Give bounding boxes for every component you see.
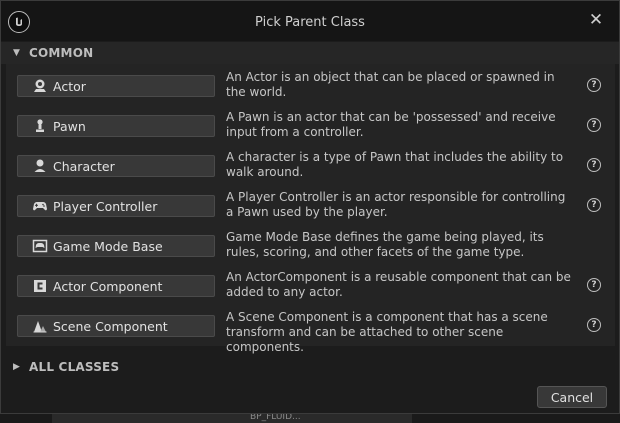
actor-icon (32, 78, 48, 94)
pawn-icon (32, 118, 48, 134)
close-icon[interactable]: ✕ (585, 9, 607, 31)
help-icon[interactable]: ? (587, 78, 601, 92)
common-classes-list: Actor An Actor is an object that can be … (6, 64, 615, 354)
actor-component-button[interactable]: Actor Component (17, 275, 215, 297)
class-row-pawn: Pawn A Pawn is an actor that can be 'pos… (6, 104, 615, 144)
class-row-character: Character A character is a type of Pawn … (6, 144, 615, 184)
class-row-player-controller: Player Controller A Player Controller is… (6, 184, 615, 224)
game-mode-base-description: Game Mode Base defines the game being pl… (226, 230, 544, 259)
section-common-header[interactable]: ▼ COMMON (1, 42, 619, 64)
scene-component-description: A Scene Component is a component that ha… (226, 310, 548, 354)
gamepad-icon (32, 198, 48, 214)
class-row-scene-component: Scene Component A Scene Component is a c… (6, 304, 615, 354)
character-label: Character (53, 158, 115, 174)
dialog-title: Pick Parent Class (255, 15, 365, 30)
game-mode-icon (32, 238, 48, 254)
scene-component-label: Scene Component (53, 318, 168, 334)
collapse-arrow-icon: ▼ (13, 48, 21, 58)
help-icon[interactable]: ? (587, 278, 601, 292)
help-icon[interactable]: ? (587, 118, 601, 132)
section-all-classes-label: ALL CLASSES (29, 360, 120, 374)
scene-component-icon (32, 318, 48, 334)
expand-arrow-icon: ▶ (13, 362, 21, 372)
class-row-actor-component: Actor Component An ActorComponent is a r… (6, 264, 615, 304)
actor-component-description: An ActorComponent is a reusable componen… (226, 270, 571, 299)
section-common-label: COMMON (29, 46, 94, 60)
character-icon (32, 158, 48, 174)
character-button[interactable]: Character (17, 155, 215, 177)
character-description: A character is a type of Pawn that inclu… (226, 150, 564, 179)
cancel-button[interactable]: Cancel (537, 386, 607, 408)
help-icon[interactable]: ? (587, 198, 601, 212)
player-controller-button[interactable]: Player Controller (17, 195, 215, 217)
actor-component-icon (32, 278, 48, 294)
section-all-classes-header[interactable]: ▶ ALL CLASSES (1, 356, 619, 378)
actor-label: Actor (53, 78, 86, 94)
class-row-game-mode-base: Game Mode Base Game Mode Base defines th… (6, 224, 615, 264)
class-row-actor: Actor An Actor is an object that can be … (6, 64, 615, 104)
player-controller-label: Player Controller (53, 198, 158, 214)
game-mode-base-label: Game Mode Base (53, 238, 163, 254)
pick-parent-class-dialog: Pick Parent Class ✕ ▼ COMMON Actor An Ac… (0, 0, 620, 414)
game-mode-base-button[interactable]: Game Mode Base (17, 235, 215, 257)
help-icon[interactable]: ? (587, 318, 601, 332)
pawn-description: A Pawn is an actor that can be 'possesse… (226, 110, 556, 139)
help-icon[interactable]: ? (587, 158, 601, 172)
actor-component-label: Actor Component (53, 278, 163, 294)
pawn-button[interactable]: Pawn (17, 115, 215, 137)
actor-button[interactable]: Actor (17, 75, 215, 97)
title-bar: Pick Parent Class ✕ (1, 1, 619, 41)
scene-component-button[interactable]: Scene Component (17, 315, 215, 337)
pawn-label: Pawn (53, 118, 86, 134)
actor-description: An Actor is an object that can be placed… (226, 70, 555, 99)
player-controller-description: A Player Controller is an actor responsi… (226, 190, 566, 219)
